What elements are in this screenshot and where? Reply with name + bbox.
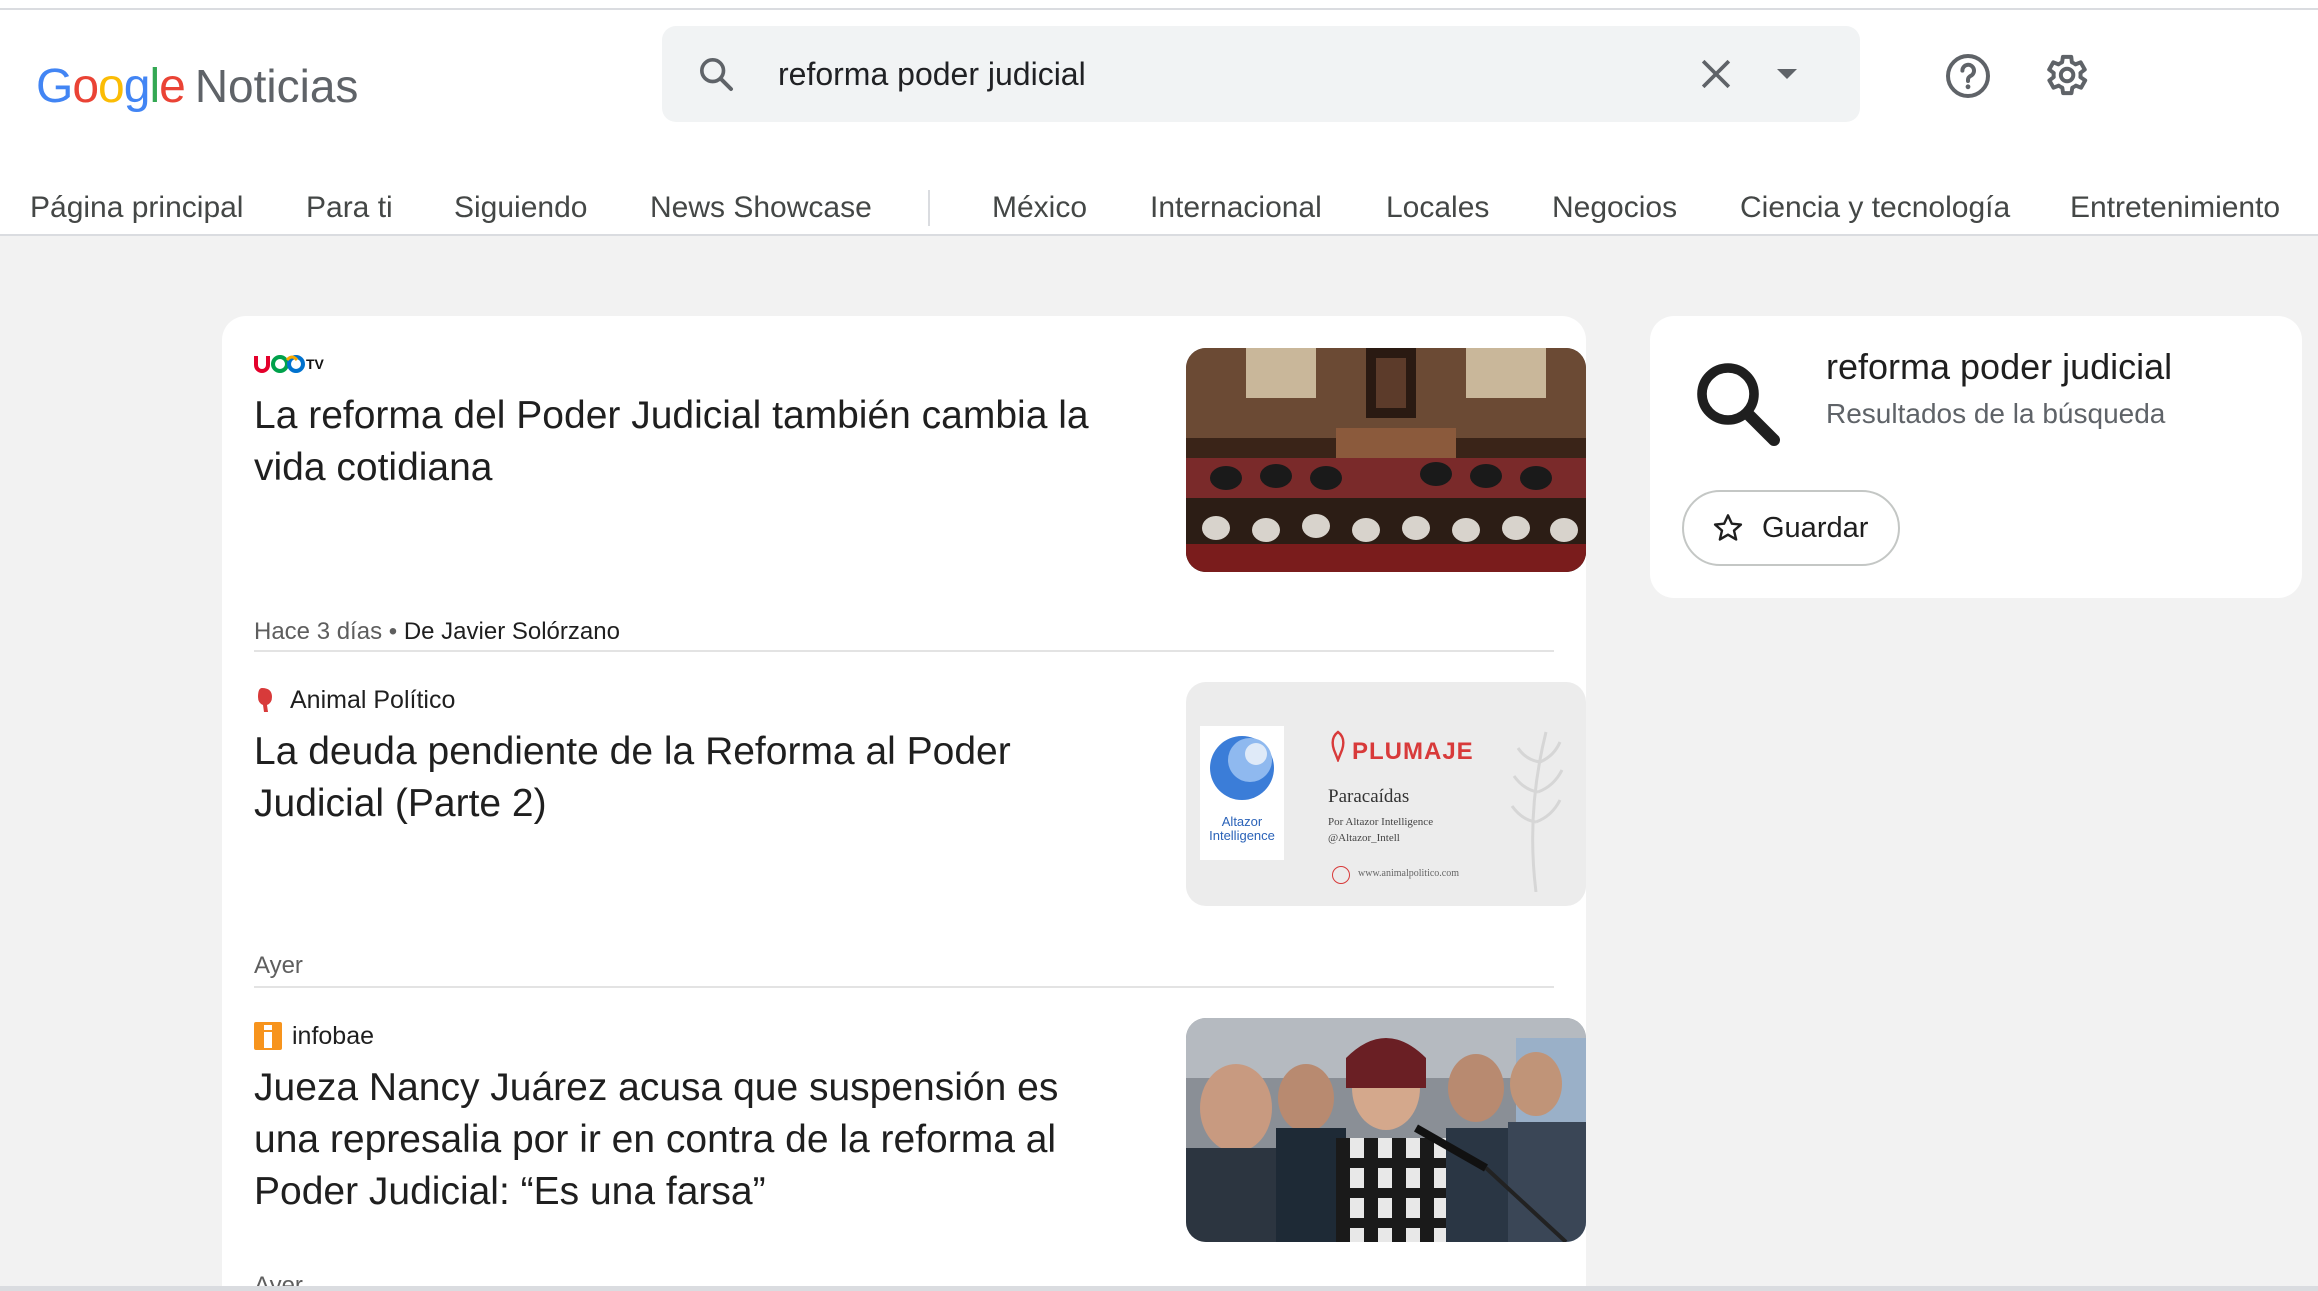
article-time: Hace 3 días (254, 618, 383, 645)
animal-politico-logo (258, 688, 272, 712)
thumb-handle: @Altazor_Intell (1328, 832, 1400, 844)
nav-item-entretenimiento[interactable]: Entretenimiento (2070, 180, 2280, 236)
article-divider (254, 650, 1554, 652)
article-title[interactable]: Jueza Nancy Juárez acusa que suspensión … (254, 1062, 1114, 1218)
article-source: TV (254, 346, 328, 382)
topic-title: reforma poder judicial (1826, 346, 2173, 387)
search-topic-panel: reforma poder judicial Resultados de la … (1650, 316, 2302, 598)
nav-item-mexico[interactable]: México (992, 180, 1087, 236)
search-bar[interactable]: reforma poder judicial (662, 26, 1860, 122)
wheat-decoration (1510, 731, 1564, 892)
plumaje-brand: PLUMAJE (1352, 738, 1474, 765)
plumaje-thumbnail[interactable]: Altazor Intelligence PLUMAJE Paracaídas … (1186, 682, 1586, 906)
nav-item-pagina-principal[interactable]: Página principal (30, 180, 243, 236)
uno-tv-logo: TV (254, 355, 325, 373)
star-icon (1713, 514, 1743, 541)
product-name: Noticias (194, 60, 359, 112)
meta-separator: • (382, 618, 404, 645)
google-wordmark: Google (36, 59, 186, 113)
thumb-url: www.animalpolitico.com (1358, 868, 1459, 879)
section-nav: Página principal Para ti Siguiendo News … (0, 180, 2318, 236)
article-author: De Javier Solórzano (403, 618, 620, 645)
altazor-logo-text: Altazor Intelligence (1209, 814, 1275, 843)
courtroom-thumbnail[interactable] (1186, 348, 1586, 572)
source-name: Animal Político (290, 685, 456, 714)
search-icon (1697, 363, 1780, 446)
article-item[interactable]: Animal Político La deuda pendiente de la… (254, 682, 1586, 982)
infobae-logo (254, 1022, 282, 1050)
animal-politico-mini-icon (1332, 866, 1350, 884)
save-button[interactable]: Guardar (1682, 490, 1900, 566)
altazor-globe-icon (1210, 736, 1274, 800)
search-icon[interactable] (696, 54, 736, 94)
search-input[interactable]: reforma poder judicial (778, 26, 1086, 122)
topic-subtitle: Resultados de la búsqueda (1826, 398, 2166, 429)
window-top-edge (0, 0, 2318, 10)
dropdown-caret-icon[interactable] (1774, 66, 1800, 82)
article-meta: Ayer (254, 952, 303, 980)
gear-icon[interactable] (2040, 50, 2090, 100)
nav-item-internacional[interactable]: Internacional (1150, 180, 1322, 236)
close-icon[interactable] (1694, 52, 1738, 96)
article-title[interactable]: La reforma del Poder Judicial también ca… (254, 390, 1114, 494)
article-divider (254, 986, 1554, 988)
nav-item-locales[interactable]: Locales (1386, 180, 1489, 236)
thumb-headline: Paracaídas (1328, 786, 1410, 807)
article-time: Ayer (254, 952, 303, 979)
window-bottom-edge (0, 1286, 2318, 1291)
nav-item-negocios[interactable]: Negocios (1552, 180, 1677, 236)
courtroom-photo (1186, 348, 1586, 572)
help-icon[interactable] (1944, 52, 1992, 100)
article-item[interactable]: infobae Jueza Nancy Juárez acusa que sus… (254, 1018, 1586, 1291)
article-meta: Hace 3 días • De Javier Solórzano (254, 618, 620, 646)
article-item[interactable]: TV La reforma del Poder Judicial también… (254, 346, 1586, 646)
google-news-logo[interactable]: Google Noticias (36, 46, 358, 126)
article-source: Animal Político (254, 682, 455, 718)
results-card: TV La reforma del Poder Judicial también… (222, 316, 1586, 1291)
save-button-label: Guardar (1762, 511, 1869, 544)
nav-item-para-ti[interactable]: Para ti (306, 180, 393, 236)
nav-divider (928, 190, 930, 226)
altazor-logo-box: Altazor Intelligence (1200, 726, 1284, 860)
press-conference-photo (1186, 1018, 1586, 1242)
nav-item-siguiendo[interactable]: Siguiendo (454, 180, 587, 236)
article-title[interactable]: La deuda pendiente de la Reforma al Pode… (254, 726, 1114, 830)
press-conference-thumbnail[interactable] (1186, 1018, 1586, 1242)
feather-icon (1331, 730, 1345, 762)
thumb-byline: Por Altazor Intelligence (1328, 816, 1434, 828)
top-header: Google Noticias reforma poder judicial P… (0, 10, 2318, 236)
svg-text:TV: TV (306, 356, 325, 372)
source-name: infobae (292, 1021, 375, 1050)
nav-item-ciencia-tecnologia[interactable]: Ciencia y tecnología (1740, 180, 2010, 236)
nav-item-news-showcase[interactable]: News Showcase (650, 180, 872, 236)
article-source: infobae (254, 1018, 374, 1054)
